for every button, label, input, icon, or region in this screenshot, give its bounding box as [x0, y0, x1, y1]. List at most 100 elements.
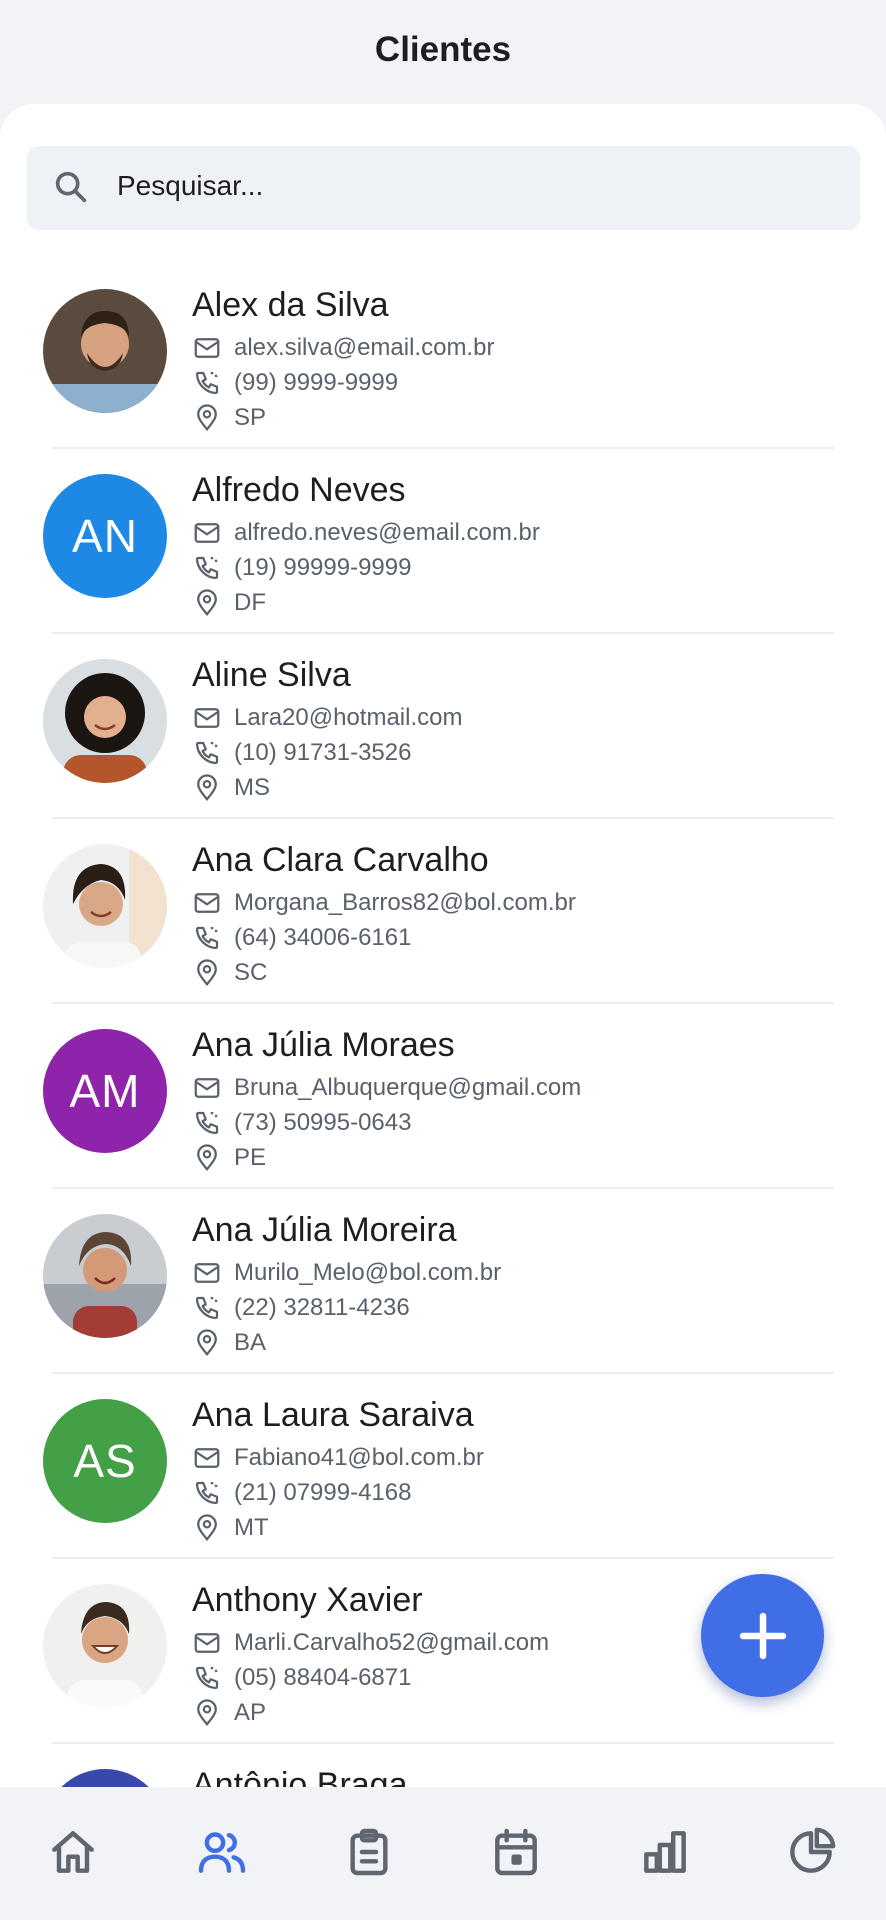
- client-name: Ana Júlia Moraes: [192, 1026, 455, 1064]
- state-text: DF: [234, 589, 266, 616]
- search-input[interactable]: Pesquisar...: [27, 146, 860, 230]
- home-icon: [52, 1831, 94, 1873]
- mail-icon: [194, 1633, 220, 1653]
- avatar: [43, 844, 167, 968]
- state-text: AP: [234, 1699, 267, 1726]
- clipboard-icon: [350, 1828, 388, 1876]
- client-row[interactable]: AN Alfredo Neves alfredo.neves@email.com…: [0, 449, 886, 634]
- state-text: BA: [234, 1329, 267, 1356]
- client-phone: (19) 99999-9999: [192, 551, 411, 585]
- client-email: alfredo.neves@email.com.br: [192, 516, 540, 550]
- client-email: Fabiano41@bol.com.br: [192, 1441, 484, 1475]
- nav-calendar[interactable]: [481, 1817, 551, 1887]
- phone-icon: [195, 556, 219, 580]
- phone-text: (73) 50995-0643: [234, 1109, 412, 1136]
- email-text: Marli.Carvalho52@gmail.com: [234, 1629, 550, 1656]
- client-phone: (10) 91731-3526: [192, 736, 411, 770]
- avatar: [43, 1584, 167, 1708]
- calendar-icon: [495, 1828, 537, 1876]
- client-phone: (22) 32811-4236: [192, 1291, 410, 1325]
- location-pin-icon: [197, 1329, 217, 1357]
- client-phone: (73) 50995-0643: [192, 1106, 411, 1140]
- avatar: [43, 1214, 167, 1338]
- clients-sheet: Pesquisar... Alex da Silva alex.silva@em…: [0, 104, 886, 1787]
- client-name: Ana Clara Carvalho: [192, 841, 489, 879]
- client-phone: (64) 34006-6161: [192, 921, 411, 955]
- avatar: [43, 659, 167, 783]
- nav-orders[interactable]: [334, 1817, 404, 1887]
- client-row[interactable]: AS Ana Laura Saraiva Fabiano41@bol.com.b…: [0, 1374, 886, 1559]
- client-row[interactable]: Ana Clara Carvalho Morgana_Barros82@bol.…: [0, 819, 886, 1004]
- page-title: Clientes: [374, 30, 512, 69]
- nav-analytics[interactable]: [776, 1817, 846, 1887]
- client-name: Anthony Xavier: [192, 1581, 423, 1619]
- state-text: PE: [234, 1144, 267, 1171]
- client-email: Morgana_Barros82@bol.com.br: [192, 886, 576, 920]
- nav-clients[interactable]: [187, 1817, 257, 1887]
- plus-icon: [739, 1612, 786, 1659]
- client-email: Murilo_Melo@bol.com.br: [192, 1256, 501, 1290]
- mail-icon: [194, 1078, 220, 1098]
- client-state: MS: [192, 771, 270, 805]
- avatar: AM: [43, 1029, 167, 1153]
- pie-chart-icon: [790, 1827, 836, 1873]
- phone-icon: [195, 371, 219, 395]
- mail-icon: [194, 338, 220, 358]
- client-row[interactable]: Alex da Silva alex.silva@email.com.br (9…: [0, 264, 886, 449]
- phone-text: (21) 07999-4168: [234, 1479, 412, 1506]
- email-text: Lara20@hotmail.com: [234, 704, 463, 731]
- avatar-initials: AS: [73, 1435, 137, 1487]
- email-text: alex.silva@email.com.br: [234, 334, 495, 361]
- phone-icon: [195, 1666, 219, 1690]
- mail-icon: [194, 893, 220, 913]
- mail-icon: [194, 1263, 220, 1283]
- phone-icon: [195, 926, 219, 950]
- client-phone: (05) 88404-6871: [192, 1661, 411, 1695]
- avatar: [43, 289, 167, 413]
- client-phone: (99) 9999-9999: [192, 366, 398, 400]
- client-row[interactable]: AM Ana Júlia Moraes Bruna_Albuquerque@gm…: [0, 1004, 886, 1189]
- client-name: Antônio Braga: [192, 1766, 408, 1787]
- phone-icon: [195, 1111, 219, 1135]
- nav-home[interactable]: [38, 1817, 108, 1887]
- email-text: Morgana_Barros82@bol.com.br: [234, 889, 576, 916]
- location-pin-icon: [197, 959, 217, 987]
- users-icon: [198, 1832, 246, 1873]
- email-text: alfredo.neves@email.com.br: [234, 519, 540, 546]
- client-phone: (21) 07999-4168: [192, 1476, 411, 1510]
- location-pin-icon: [197, 1514, 217, 1542]
- client-name: Alex da Silva: [192, 286, 389, 324]
- email-text: Murilo_Melo@bol.com.br: [234, 1259, 502, 1286]
- email-text: Bruna_Albuquerque@gmail.com: [234, 1074, 582, 1101]
- mail-icon: [194, 523, 220, 543]
- location-pin-icon: [197, 404, 217, 432]
- phone-text: (99) 9999-9999: [234, 369, 399, 396]
- mail-icon: [194, 1448, 220, 1468]
- client-email: Marli.Carvalho52@gmail.com: [192, 1626, 549, 1660]
- location-pin-icon: [197, 1144, 217, 1172]
- top-bar: Clientes: [0, 0, 886, 110]
- client-row[interactable]: Ana Júlia Moreira Murilo_Melo@bol.com.br…: [0, 1189, 886, 1374]
- client-list: Alex da Silva alex.silva@email.com.br (9…: [0, 264, 886, 1787]
- state-text: MT: [234, 1514, 269, 1541]
- client-state: AP: [192, 1696, 266, 1730]
- client-row[interactable]: Antônio Braga: [0, 1744, 886, 1787]
- state-text: SP: [234, 404, 267, 431]
- avatar-initials: AN: [72, 510, 138, 562]
- add-client-button[interactable]: [701, 1574, 824, 1697]
- phone-icon: [195, 1296, 219, 1320]
- phone-text: (05) 88404-6871: [234, 1664, 412, 1691]
- state-text: SC: [234, 959, 268, 986]
- state-text: MS: [234, 774, 270, 801]
- location-pin-icon: [197, 774, 217, 802]
- client-row[interactable]: Aline Silva Lara20@hotmail.com (10) 9173…: [0, 634, 886, 819]
- bottom-navigation: [0, 1787, 886, 1920]
- location-pin-icon: [197, 589, 217, 617]
- client-email: Bruna_Albuquerque@gmail.com: [192, 1071, 581, 1105]
- client-name: Aline Silva: [192, 656, 351, 694]
- client-email: Lara20@hotmail.com: [192, 701, 462, 735]
- client-name: Alfredo Neves: [192, 471, 406, 509]
- client-state: BA: [192, 1326, 266, 1360]
- nav-reports[interactable]: [630, 1817, 700, 1887]
- client-name: Ana Laura Saraiva: [192, 1396, 474, 1434]
